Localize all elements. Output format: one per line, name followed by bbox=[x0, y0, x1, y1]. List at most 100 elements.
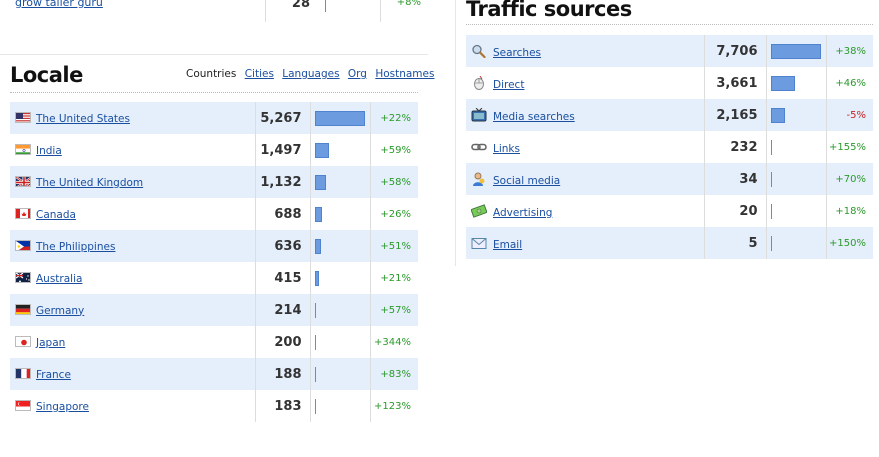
tab-countries[interactable]: Countries bbox=[186, 68, 236, 80]
traffic-source-bar-cell bbox=[765, 195, 826, 227]
country-row: The United Kingdom 1,132 +58% bbox=[10, 166, 418, 198]
traffic-source-link[interactable]: Email bbox=[493, 239, 522, 251]
traffic-source-row: Direct 3,661 +46% bbox=[466, 67, 873, 99]
country-link[interactable]: Japan bbox=[36, 337, 65, 349]
country-share-bar bbox=[314, 206, 322, 222]
traffic-source-link[interactable]: Links bbox=[493, 143, 520, 155]
france-flag-icon bbox=[15, 367, 31, 379]
country-link[interactable]: Singapore bbox=[36, 401, 89, 413]
country-share-bar bbox=[314, 174, 326, 190]
country-row: Japan 200 +344% bbox=[10, 326, 418, 358]
traffic-source-share-bar bbox=[770, 139, 772, 155]
country-share-bar bbox=[314, 334, 316, 350]
country-link[interactable]: The United States bbox=[36, 113, 130, 125]
locale-title: Locale bbox=[10, 63, 83, 87]
country-change: +51% bbox=[369, 230, 418, 262]
traffic-sources-table: Searches 7,706 +38% Direct 3,661 +46% Media se… bbox=[466, 35, 873, 259]
country-link[interactable]: The Philippines bbox=[36, 241, 115, 253]
tab-languages[interactable]: Languages bbox=[282, 68, 339, 80]
country-count: 636 bbox=[254, 230, 310, 262]
traffic-source-bar-cell bbox=[765, 131, 826, 163]
traffic-source-share-bar bbox=[770, 171, 772, 187]
country-count: 688 bbox=[254, 198, 310, 230]
country-name-cell: France bbox=[10, 358, 255, 390]
country-row: The Philippines 636 +51% bbox=[10, 230, 418, 262]
keyword-change: +8% bbox=[396, 0, 421, 8]
traffic-source-name-cell: Searches bbox=[466, 35, 704, 67]
envelope-icon bbox=[471, 236, 487, 250]
traffic-source-change: -5% bbox=[825, 99, 873, 131]
country-row: India 1,497 +59% bbox=[10, 134, 418, 166]
philippines-flag-icon bbox=[15, 239, 31, 251]
country-link[interactable]: The United Kingdom bbox=[36, 177, 143, 189]
country-row: Germany 214 +57% bbox=[10, 294, 418, 326]
country-row: Singapore 183 +123% bbox=[10, 390, 418, 422]
column-separator bbox=[455, 0, 456, 266]
traffic-source-count: 232 bbox=[703, 131, 766, 163]
traffic-source-change: +155% bbox=[825, 131, 873, 163]
country-change: +26% bbox=[369, 198, 418, 230]
tab-cities[interactable]: Cities bbox=[245, 68, 274, 80]
country-share-bar bbox=[314, 302, 316, 318]
traffic-source-row: Links 232 +155% bbox=[466, 131, 873, 163]
country-name-cell: The United Kingdom bbox=[10, 166, 255, 198]
keyword-link[interactable]: grow taller guru bbox=[15, 0, 103, 9]
country-change: +57% bbox=[369, 294, 418, 326]
country-row: France 188 +83% bbox=[10, 358, 418, 390]
tab-hostnames[interactable]: Hostnames bbox=[375, 68, 434, 80]
tab-org[interactable]: Org bbox=[348, 68, 367, 80]
country-link[interactable]: Australia bbox=[36, 273, 82, 285]
keyword-count: 28 bbox=[291, 0, 310, 11]
country-link[interactable]: Germany bbox=[36, 305, 84, 317]
traffic-source-share-bar bbox=[770, 107, 785, 123]
keyword-bar bbox=[325, 0, 326, 12]
country-name-cell: The Philippines bbox=[10, 230, 255, 262]
country-bar-cell bbox=[309, 166, 370, 198]
country-change: +22% bbox=[369, 102, 418, 134]
keyword-row-partial: grow taller guru 28 +8% bbox=[10, 0, 421, 22]
traffic-source-link[interactable]: Media searches bbox=[493, 111, 575, 123]
country-change: +83% bbox=[369, 358, 418, 390]
us-flag-icon bbox=[15, 111, 31, 123]
magnifier-icon bbox=[471, 44, 487, 58]
australia-flag-icon bbox=[15, 271, 31, 283]
traffic-source-name-cell: Media searches bbox=[466, 99, 704, 131]
country-name-cell: Canada bbox=[10, 198, 255, 230]
traffic-source-bar-cell bbox=[765, 99, 826, 131]
country-link[interactable]: France bbox=[36, 369, 71, 381]
country-change: +58% bbox=[369, 166, 418, 198]
cursor-icon bbox=[471, 75, 487, 90]
country-link[interactable]: Canada bbox=[36, 209, 76, 221]
country-link[interactable]: India bbox=[36, 145, 62, 157]
country-change: +21% bbox=[369, 262, 418, 294]
country-row: Australia 415 +21% bbox=[10, 262, 418, 294]
traffic-source-link[interactable]: Direct bbox=[493, 79, 524, 91]
country-count: 183 bbox=[254, 390, 310, 422]
country-share-bar bbox=[314, 110, 365, 126]
traffic-source-count: 20 bbox=[703, 195, 766, 227]
country-share-bar bbox=[314, 142, 329, 158]
traffic-source-count: 2,165 bbox=[703, 99, 766, 131]
traffic-source-row: Media searches 2,165 -5% bbox=[466, 99, 873, 131]
country-bar-cell bbox=[309, 358, 370, 390]
traffic-source-change: +38% bbox=[825, 35, 873, 67]
country-change: +123% bbox=[369, 390, 418, 422]
country-bar-cell bbox=[309, 390, 370, 422]
country-change: +59% bbox=[369, 134, 418, 166]
traffic-source-link[interactable]: Social media bbox=[493, 175, 560, 187]
traffic-source-row: Advertising 20 +18% bbox=[466, 195, 873, 227]
country-name-cell: The United States bbox=[10, 102, 255, 134]
traffic-source-count: 34 bbox=[703, 163, 766, 195]
traffic-source-share-bar bbox=[770, 75, 795, 91]
country-name-cell: India bbox=[10, 134, 255, 166]
tv-icon bbox=[471, 107, 487, 122]
country-bar-cell bbox=[309, 134, 370, 166]
traffic-source-change: +18% bbox=[825, 195, 873, 227]
traffic-source-link[interactable]: Advertising bbox=[493, 207, 552, 219]
canada-flag-icon bbox=[15, 207, 31, 219]
traffic-source-link[interactable]: Searches bbox=[493, 47, 541, 59]
traffic-source-share-bar bbox=[770, 43, 821, 59]
country-name-cell: Germany bbox=[10, 294, 255, 326]
section-divider bbox=[0, 54, 428, 55]
country-count: 214 bbox=[254, 294, 310, 326]
